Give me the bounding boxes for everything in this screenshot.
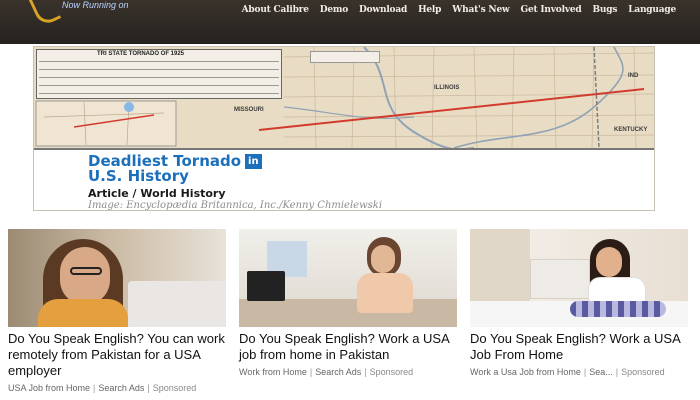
desk bbox=[239, 299, 457, 327]
logo-tagline: Now Running on bbox=[62, 0, 129, 10]
article-category: Article / World History bbox=[88, 187, 226, 200]
logo-icon bbox=[28, 0, 62, 28]
table-rule bbox=[39, 93, 279, 94]
person-face bbox=[371, 245, 395, 273]
ad-card[interactable]: Do You Speak English? Work a USA job fro… bbox=[239, 229, 457, 377]
ad-source[interactable]: Work from Home bbox=[239, 367, 307, 377]
nav-demo[interactable]: Demo bbox=[320, 5, 348, 15]
person-shirt bbox=[38, 299, 128, 327]
map-label-kentucky: KENTUCKY bbox=[614, 127, 648, 133]
person-face bbox=[60, 247, 110, 305]
ad-source[interactable]: Work a Usa Job from Home bbox=[470, 367, 581, 377]
article-title-line2: U.S. History bbox=[88, 167, 189, 185]
sponsored-label: Sponsored bbox=[369, 367, 414, 377]
calibre-logo[interactable]: Now Running on bbox=[28, 0, 129, 28]
laptop-image bbox=[247, 271, 285, 301]
main-nav: About Calibre Demo Download Help What's … bbox=[242, 5, 677, 15]
ad-category[interactable]: Search Ads bbox=[98, 383, 144, 393]
ad-thumbnail[interactable] bbox=[239, 229, 457, 327]
ad-category[interactable]: Search Ads bbox=[315, 367, 361, 377]
table-rule bbox=[39, 69, 279, 70]
tornado-stats-table: TRI STATE TORNADO OF 1925 bbox=[36, 49, 282, 99]
sponsored-label: Sponsored bbox=[152, 383, 197, 393]
nav-get-involved[interactable]: Get Involved bbox=[521, 5, 582, 15]
map-label-illinois: ILLINOIS bbox=[434, 85, 460, 91]
glasses-icon bbox=[70, 267, 102, 275]
radiator bbox=[530, 259, 590, 299]
map-label-indiana: IND bbox=[628, 73, 639, 79]
image-credit: Image: Encyclopædia Britannica, Inc./Ken… bbox=[88, 200, 383, 211]
ad-meta: Work a Usa Job from Home | Sea... | Sponsore… bbox=[470, 367, 665, 377]
nav-language[interactable]: Language bbox=[628, 5, 676, 15]
nav-download[interactable]: Download bbox=[359, 5, 407, 15]
hero-article-image[interactable]: TRI STATE TORNADO OF 1925 MISSOURI ILLIN… bbox=[33, 46, 655, 211]
nav-help[interactable]: Help bbox=[418, 5, 441, 15]
stats-table-title: TRI STATE TORNADO OF 1925 bbox=[97, 51, 185, 57]
laptop-image bbox=[128, 281, 226, 327]
ad-card[interactable]: Do You Speak English? Work a USA Job Fro… bbox=[470, 229, 688, 377]
map-label-missouri: MISSOURI bbox=[234, 107, 264, 113]
article-caption: Deadliest Tornado in U.S. History Article… bbox=[34, 148, 654, 211]
ad-thumbnail[interactable] bbox=[8, 229, 226, 327]
site-header: Now Running on About Calibre Demo Downlo… bbox=[0, 0, 700, 44]
title-badge: in bbox=[245, 154, 262, 169]
person-top bbox=[357, 273, 413, 313]
ad-card[interactable]: Do You Speak English? You can work remot… bbox=[8, 229, 226, 393]
nav-about-calibre[interactable]: About Calibre bbox=[242, 5, 309, 15]
ad-title[interactable]: Do You Speak English? Work a USA Job Fro… bbox=[470, 331, 688, 363]
person-pants bbox=[570, 301, 666, 317]
ad-title[interactable]: Do You Speak English? Work a USA job fro… bbox=[239, 331, 457, 363]
nav-bugs[interactable]: Bugs bbox=[592, 5, 617, 15]
ad-category[interactable]: Sea... bbox=[589, 367, 613, 377]
person-face bbox=[596, 247, 622, 277]
ad-meta: Work from Home | Search Ads | Sponsored bbox=[239, 367, 414, 377]
tornado-map: TRI STATE TORNADO OF 1925 MISSOURI ILLIN… bbox=[34, 47, 654, 148]
table-rule bbox=[39, 85, 279, 86]
ad-source[interactable]: USA Job from Home bbox=[8, 383, 90, 393]
sponsored-label: Sponsored bbox=[621, 367, 665, 377]
ad-title[interactable]: Do You Speak English? You can work remot… bbox=[8, 331, 226, 379]
table-rule bbox=[39, 77, 279, 78]
table-rule bbox=[39, 61, 279, 62]
map-legend bbox=[310, 51, 380, 63]
nav-whats-new[interactable]: What's New bbox=[452, 5, 509, 15]
article-title: Deadliest Tornado in U.S. History bbox=[88, 154, 568, 184]
ad-thumbnail[interactable] bbox=[470, 229, 688, 327]
ad-meta: USA Job from Home | Search Ads | Sponsored bbox=[8, 383, 197, 393]
